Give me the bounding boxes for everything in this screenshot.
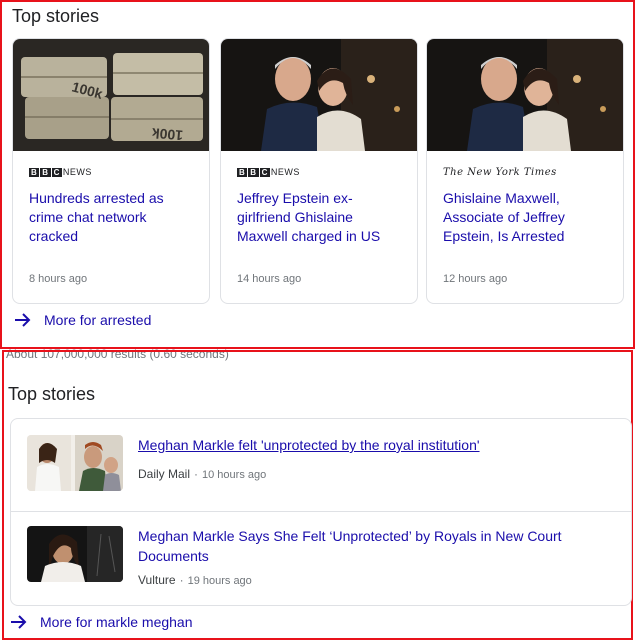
section-title: Top stories (8, 384, 96, 404)
more-link-label: More for markle meghan (40, 614, 193, 630)
story-meta: Daily Mail · 10 hours ago (138, 467, 267, 481)
story-time: 12 hours ago (443, 273, 508, 285)
story-card[interactable]: B B C NEWS Jeffrey Epstein ex-girlfriend Gh… (220, 38, 418, 304)
story-title-link[interactable]: Meghan Markle felt 'unprotected by the r… (138, 435, 608, 455)
top-stories-panel-meghan: Top stories Meghan Markle felt 'unprotec… (2, 350, 633, 640)
story-meta: Vulture · 19 hours ago (138, 573, 252, 587)
svg-text:100k: 100k (151, 125, 184, 144)
story-headline-link[interactable]: Hundreds arrested as crime chat network … (29, 189, 197, 246)
list-item[interactable]: Meghan Markle Says She Felt ‘Unprotected… (11, 512, 631, 605)
arrow-right-icon (15, 313, 31, 327)
list-item[interactable]: Meghan Markle felt 'unprotected by the r… (11, 419, 631, 511)
epstein-maxwell-photo-thumbnail (221, 39, 417, 151)
story-time: 14 hours ago (237, 273, 302, 285)
meghan-markle-thumbnail (27, 435, 123, 491)
story-title-link[interactable]: Meghan Markle Says She Felt ‘Unprotected… (138, 526, 608, 566)
epstein-maxwell-photo-thumbnail (427, 39, 623, 151)
section-title: Top stories (12, 6, 100, 26)
money-bundles-thumbnail: 100k 100k (13, 39, 209, 151)
story-time: 10 hours ago (202, 469, 267, 481)
story-source: Vulture (138, 573, 176, 587)
more-for-markle-meghan-link[interactable]: More for markle meghan (10, 614, 193, 630)
more-for-arrested-link[interactable]: More for arrested (14, 312, 151, 328)
story-card[interactable]: The New York Times Ghislaine Maxwell, As… (426, 38, 624, 304)
meghan-markle-thumbnail (27, 526, 123, 582)
source-new-york-times: The New York Times (443, 167, 557, 178)
story-source: Daily Mail (138, 467, 191, 481)
story-time: 8 hours ago (29, 273, 88, 285)
story-time: 19 hours ago (187, 575, 252, 587)
source-bbc-news: B B C NEWS (29, 167, 92, 177)
story-headline-link[interactable]: Jeffrey Epstein ex-girlfriend Ghislaine … (237, 189, 405, 246)
top-stories-panel-arrested: Top stories 100k 100k B B C NEWS Hundreds a… (0, 0, 635, 349)
story-list: Meghan Markle felt 'unprotected by the r… (10, 418, 632, 606)
story-headline-link[interactable]: Ghislaine Maxwell, Associate of Jeffrey … (443, 189, 611, 246)
arrow-right-icon (11, 615, 27, 629)
story-card[interactable]: 100k 100k B B C NEWS Hundreds arrested as c… (12, 38, 210, 304)
more-link-label: More for arrested (44, 312, 152, 328)
source-bbc-news: B B C NEWS (237, 167, 300, 177)
